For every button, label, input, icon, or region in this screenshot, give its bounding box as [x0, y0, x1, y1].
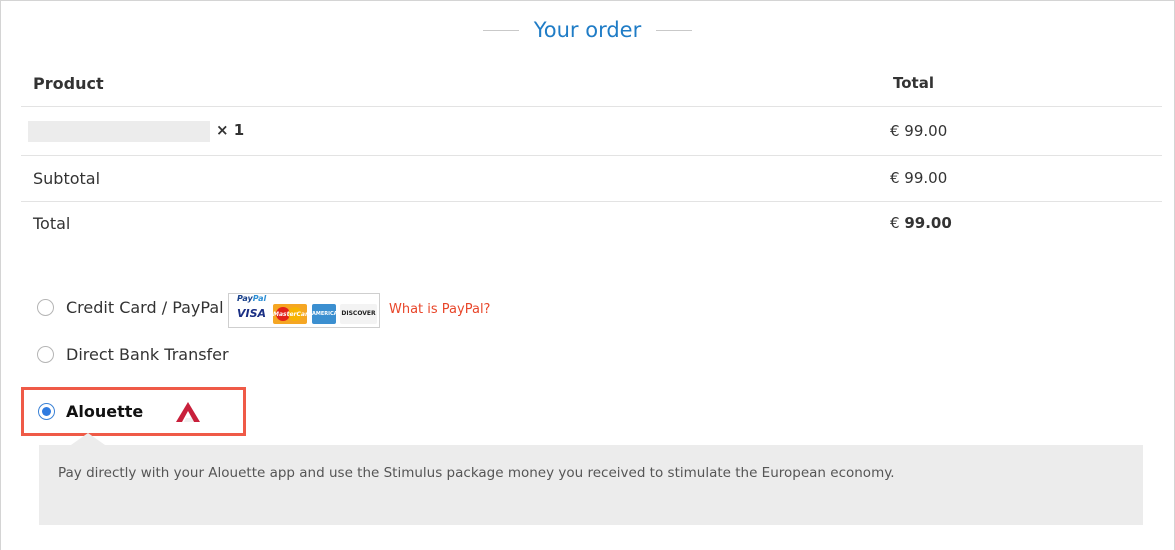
column-header-product: Product [33, 74, 104, 93]
visa-card-icon: VISA [235, 304, 268, 324]
payment-option-alouette[interactable]: Alouette [21, 387, 246, 436]
total-label: Total [33, 214, 71, 233]
alouette-description: Pay directly with your Alouette app and … [58, 465, 895, 481]
product-name-redacted [28, 121, 210, 142]
table-row-subtotal: Subtotal € 99.00 [21, 156, 1162, 202]
payment-label-alouette: Alouette [66, 402, 144, 421]
total-amount: 99.00 [904, 214, 952, 232]
paypal-logo: PayPal [237, 294, 267, 303]
mastercard-icon: MasterCard [273, 304, 312, 324]
table-row-item: × 1 € 99.00 [21, 107, 1162, 156]
page-title: Your order [533, 18, 642, 42]
total-currency: € [890, 214, 900, 232]
alouette-description-box: Pay directly with your Alouette app and … [39, 445, 1143, 525]
paypal-acceptance-badge: PayPal VISA MasterCard AMERICAN EXPRESS … [228, 293, 380, 337]
product-price: € 99.00 [890, 122, 948, 140]
heading-divider-left [482, 29, 519, 31]
radio-credit-card[interactable] [37, 299, 54, 316]
table-row-total: Total € 99.00 [21, 202, 1162, 248]
column-header-total: Total [893, 74, 934, 92]
product-quantity: × 1 [216, 121, 245, 139]
payment-option-bank-transfer[interactable]: Direct Bank Transfer [37, 345, 229, 364]
alouette-logo-icon [176, 402, 200, 422]
order-heading: Your order [0, 18, 1175, 42]
total-value: € 99.00 [890, 214, 952, 232]
payment-label-credit-card: Credit Card / PayPal [66, 298, 224, 317]
radio-bank-transfer[interactable] [37, 346, 54, 363]
description-pointer [71, 433, 105, 445]
payment-option-credit-card[interactable]: Credit Card / PayPal [37, 298, 224, 317]
radio-alouette[interactable] [38, 403, 55, 420]
payment-label-bank-transfer: Direct Bank Transfer [66, 345, 229, 364]
amex-card-icon: AMERICAN EXPRESS [312, 304, 342, 337]
subtotal-label: Subtotal [33, 169, 101, 188]
discover-card-icon: DISCOVER [340, 304, 377, 324]
heading-divider-right [656, 29, 693, 31]
table-header-row: Product Total [21, 60, 1162, 107]
order-table: Product Total × 1 € 99.00 Subtotal € 99.… [21, 60, 1162, 248]
what-is-paypal-link[interactable]: What is PayPal? [389, 302, 490, 317]
subtotal-value: € 99.00 [890, 169, 948, 187]
